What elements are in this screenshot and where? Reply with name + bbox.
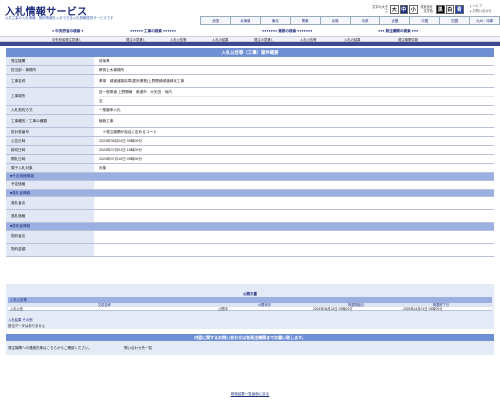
detail-row: 落札者名 bbox=[6, 197, 494, 210]
detail-row: 工事場所 自一般県道 上野間線 美濃市 大矢田 地内 至 bbox=[6, 88, 494, 106]
documents-section: 公開文書 入札公告等 文書名称 公開状況 掲載開始日 掲載終了日 入札公告 公開… bbox=[6, 284, 494, 329]
contact-bar: 内容に関するお問い合わせは各発注機関までお願い致します。 bbox=[6, 334, 494, 341]
detail-label: 電子入札対象 bbox=[6, 164, 94, 172]
color-blue-button[interactable]: 青 bbox=[455, 5, 464, 14]
font-size-small-button[interactable]: 小 bbox=[409, 5, 418, 14]
detail-value: 2024年06月24日 09時00分 bbox=[94, 137, 494, 145]
detail-label: 予定価格 bbox=[6, 180, 94, 189]
font-size-large-button[interactable]: 大 bbox=[390, 5, 399, 14]
detail-label: 発注機関 bbox=[6, 57, 94, 65]
detail-row: 落札価格 bbox=[6, 210, 494, 223]
detail-label: 入札契約方式 bbox=[6, 106, 94, 114]
divider-bar bbox=[0, 42, 500, 46]
detail-value bbox=[94, 197, 494, 209]
region-tab-tohoku[interactable]: 東北 bbox=[259, 16, 290, 25]
detail-label: 設計書番号 bbox=[6, 128, 94, 136]
detail-label: 担当部・事務所 bbox=[6, 66, 94, 74]
header: 入札情報サービス 公共工事の入札情報・契約情報を入手できる入札情報提供サービスで… bbox=[0, 0, 500, 28]
detail-row: 工事名称 県単 緑道道路除草(委託業務)上野間緑緑道緑化工事 bbox=[6, 75, 494, 88]
detail-label: 工事名称 bbox=[6, 75, 94, 87]
detail-value: 2024年07月01日 16時00分 bbox=[94, 146, 494, 154]
detail-row: 入札契約方式 一般競争入札 bbox=[6, 106, 494, 115]
detail-value: 岐阜県 bbox=[94, 57, 494, 65]
contact-link[interactable]: ▸ お問い合わせ bbox=[470, 9, 492, 14]
doc-end: 2028年04月01日 09時00分 bbox=[403, 306, 443, 311]
detail-label: 契約者名 bbox=[6, 230, 94, 243]
table-row: 入札公告 公開中 2024年06月24日 09時00分 2028年04月01日 … bbox=[8, 306, 492, 312]
location-to: 至 bbox=[99, 99, 103, 103]
detail-value: 2024年07月10日 09時00分 bbox=[94, 155, 494, 163]
category-links: 中央府省発注見通し 発注の見通し 入札公告等 入札の結果 発注の見通し 入札公告… bbox=[0, 35, 500, 42]
category-title-ministry: ● 中央府省の検索 ● bbox=[52, 29, 84, 33]
detail-label: 落札者名 bbox=[6, 197, 94, 209]
detail-row: 電子入札対象 対象 bbox=[6, 164, 494, 173]
detail-label: 落札価格 bbox=[6, 210, 94, 222]
detail-table: 発注機関 岐阜県 担当部・事務所 教育土木事務所 工事名称 県単 緑道道路除草(… bbox=[6, 57, 494, 257]
detail-row: 契約者名 bbox=[6, 230, 494, 244]
detail-label: 工事種別／工事の種類 bbox=[6, 115, 94, 127]
site-subtitle: 公共工事の入札情報・契約情報を入手できる入札情報提供サービスです bbox=[5, 15, 114, 20]
help-links: ▸ ヘルプ ▸ お問い合わせ bbox=[470, 4, 492, 14]
category-title-orderer: ●●● 発注機関の検索 ●●● bbox=[378, 29, 419, 33]
region-tab-national[interactable]: 全国 bbox=[200, 16, 230, 25]
group-heading-contract: ■契約者情報 bbox=[6, 223, 494, 231]
detail-row: 担当部・事務所 教育土木事務所 bbox=[6, 66, 494, 75]
doc-name-link[interactable]: 入札公告 bbox=[10, 307, 23, 312]
group-heading-estimate: ■予定価格情報 bbox=[6, 173, 494, 181]
detail-row: 開札日時 2024年07月10日 09時00分 bbox=[6, 155, 494, 164]
other-docs-title: 入札結果 その他 bbox=[8, 318, 33, 322]
region-tab-kyushu[interactable]: 九州・沖縄 bbox=[469, 16, 500, 25]
region-tab-kanto[interactable]: 関東 bbox=[289, 16, 320, 25]
detail-label: 締切日時 bbox=[6, 146, 94, 154]
detail-row: 設計書番号 ※発注機関が独自に定めるコード bbox=[6, 128, 494, 137]
detail-label: 工事場所 bbox=[6, 88, 94, 105]
detail-value bbox=[94, 230, 494, 243]
region-tab-kinki[interactable]: 近畿 bbox=[379, 16, 410, 25]
detail-row: 発注機関 岐阜県 bbox=[6, 57, 494, 66]
doc-start: 2024年06月24日 09時00分 bbox=[313, 306, 353, 311]
category-nav: ● 中央府省の検索 ● ●●●●●● 工事の検索 ●●●●●● ●●●●●●● … bbox=[0, 28, 500, 42]
region-tab-hokuriku[interactable]: 北陸 bbox=[319, 16, 350, 25]
detail-label: 契約金額 bbox=[6, 243, 94, 256]
detail-value bbox=[94, 180, 494, 189]
detail-label: 開札日時 bbox=[6, 155, 94, 163]
detail-value: 植栽工事 bbox=[94, 115, 494, 127]
color-label: 背景色を文字色 bbox=[420, 5, 433, 14]
region-tab-shikoku[interactable]: 四国 bbox=[439, 16, 470, 25]
contact-list-link[interactable]: 問い合わせ先一覧 bbox=[124, 346, 152, 351]
detail-value bbox=[94, 243, 494, 256]
detail-row: 公告日時 2024年06月24日 09時00分 bbox=[6, 137, 494, 146]
font-size-medium-button[interactable]: 中 bbox=[399, 5, 408, 14]
detail-value: 県単 緑道道路除草(委託業務)上野間緑緑道緑化工事 bbox=[94, 75, 494, 87]
contact-text: 発注機関への連絡先等はこちらからご確認ください。 bbox=[8, 345, 92, 350]
region-nav: 全国 北海道 東北 関東 北陸 中部 近畿 中国 四国 九州・沖縄 bbox=[200, 16, 500, 25]
detail-value bbox=[94, 210, 494, 222]
detail-label: 公告日時 bbox=[6, 137, 94, 145]
region-tab-hokkaido[interactable]: 北海道 bbox=[229, 16, 260, 25]
detail-value: 自一般県道 上野間線 美濃市 大矢田 地内 至 bbox=[94, 88, 494, 105]
doc-status: 公開中 bbox=[218, 306, 228, 311]
detail-row: 工事種別／工事の種類 植栽工事 bbox=[6, 115, 494, 128]
detail-value: 教育土木事務所 bbox=[94, 66, 494, 74]
detail-row: 予定価格 bbox=[6, 180, 494, 190]
color-black-button[interactable]: 黒 bbox=[436, 5, 445, 14]
category-title-construction: ●●●●●● 工事の検索 ●●●●●● bbox=[130, 29, 177, 33]
detail-row: 契約金額 bbox=[6, 243, 494, 257]
location-from: 自一般県道 上野間線 美濃市 大矢田 地内 bbox=[99, 88, 494, 97]
region-tab-chugoku[interactable]: 中国 bbox=[409, 16, 440, 25]
detail-value: ※発注機関が独自に定めるコード bbox=[94, 128, 494, 136]
detail-value: 対象 bbox=[94, 164, 494, 172]
detail-row: 締切日時 2024年07月01日 16時00分 bbox=[6, 146, 494, 155]
back-to-results-link[interactable]: 検索結果一覧画面に戻る bbox=[0, 392, 500, 397]
contact-row: 発注機関への連絡先等はこちらからご確認ください。 問い合わせ先一覧 bbox=[6, 341, 494, 355]
detail-value: 一般競争入札 bbox=[94, 106, 494, 114]
other-docs-value: 該当データはありません bbox=[8, 323, 46, 328]
color-white-button[interactable]: 白 bbox=[445, 5, 454, 14]
region-tab-chubu[interactable]: 中部 bbox=[349, 16, 380, 25]
category-title-service: ●●●●●●● 業務の検索 ●●●●●●● bbox=[262, 29, 313, 33]
detail-section-title: 入札公告等（工事）案件概要 bbox=[6, 48, 494, 57]
font-size-label: 文字の大きさ bbox=[372, 5, 388, 14]
group-heading-winner: ■落札者情報 bbox=[6, 189, 494, 197]
